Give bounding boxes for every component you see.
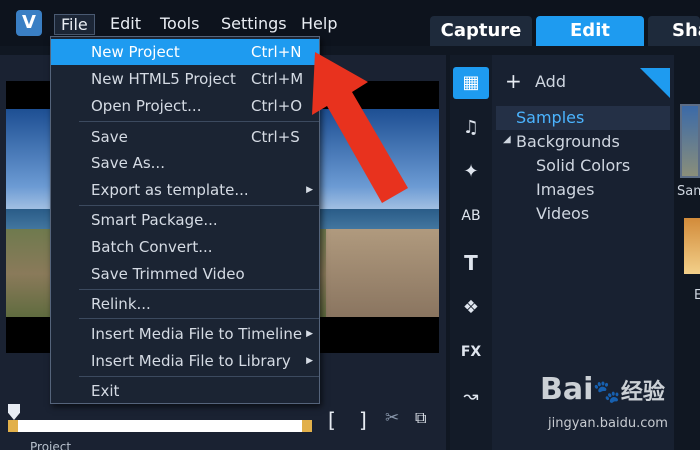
- tab-edit[interactable]: Edit: [536, 16, 644, 46]
- fx-icon[interactable]: FX: [453, 336, 489, 368]
- menu-item-new-html5-project[interactable]: New HTML5 Project Ctrl+M: [51, 66, 319, 92]
- text-icon[interactable]: T: [453, 247, 489, 279]
- copy-icon[interactable]: ⧉: [415, 408, 426, 428]
- menu-file[interactable]: File: [54, 14, 95, 35]
- menu-item-batch-convert[interactable]: Batch Convert...: [51, 234, 319, 260]
- menu-tools[interactable]: Tools: [160, 14, 199, 33]
- audio-icon[interactable]: ♫: [453, 112, 489, 144]
- menu-item-insert-timeline[interactable]: Insert Media File to Timeline ▶: [51, 321, 319, 347]
- watermark-url: jingyan.baidu.com: [548, 416, 668, 431]
- title-ab-icon[interactable]: AB: [453, 200, 489, 232]
- menu-item-open-project[interactable]: Open Project... Ctrl+O: [51, 93, 319, 119]
- menu-separator: [79, 318, 319, 319]
- submenu-arrow-icon: ▶: [306, 329, 313, 339]
- mark-out-button[interactable]: ]: [359, 408, 367, 432]
- menu-settings[interactable]: Settings: [221, 14, 287, 33]
- menu-item-exit[interactable]: Exit: [51, 378, 319, 404]
- tab-share[interactable]: Sha: [648, 16, 700, 46]
- menu-separator: [79, 121, 319, 122]
- menu-item-new-project[interactable]: New Project Ctrl+N: [51, 39, 319, 65]
- menu-item-smart-package[interactable]: Smart Package...: [51, 207, 319, 233]
- app-logo: V: [16, 10, 42, 36]
- expand-triangle-icon[interactable]: ◢: [503, 134, 511, 145]
- menu-item-save-as[interactable]: Save As...: [51, 150, 319, 176]
- menu-separator: [79, 376, 319, 377]
- transition-icon[interactable]: ✦: [453, 156, 489, 188]
- menu-item-insert-library[interactable]: Insert Media File to Library ▶: [51, 348, 319, 374]
- thumbnail-label-2: E: [694, 288, 700, 303]
- add-button[interactable]: Add: [535, 72, 566, 91]
- thumbnail-samples[interactable]: [680, 104, 700, 178]
- add-icon[interactable]: +: [505, 69, 522, 93]
- menu-separator: [79, 205, 319, 206]
- library-item-samples-label: Samples: [516, 108, 585, 127]
- file-menu: New Project Ctrl+N New HTML5 Project Ctrl+…: [50, 36, 320, 404]
- menu-separator: [79, 289, 319, 290]
- tab-capture[interactable]: Capture: [430, 16, 532, 46]
- submenu-arrow-icon: ▶: [306, 185, 313, 195]
- thumbnail-background[interactable]: [684, 218, 700, 274]
- watermark-brand: Bai🐾经验: [540, 372, 665, 407]
- library-item-images[interactable]: Images: [536, 180, 594, 199]
- scissors-icon[interactable]: ✂: [385, 408, 399, 428]
- menu-edit[interactable]: Edit: [110, 14, 141, 33]
- mark-in-button[interactable]: [: [328, 408, 336, 432]
- project-label: Project: [30, 440, 72, 450]
- menu-item-save[interactable]: Save Ctrl+S: [51, 124, 319, 150]
- library-item-videos[interactable]: Videos: [536, 204, 589, 223]
- trim-bar[interactable]: [8, 420, 312, 432]
- submenu-arrow-icon: ▶: [306, 356, 313, 366]
- library-item-backgrounds[interactable]: Backgrounds: [516, 132, 620, 151]
- menu-item-export-template[interactable]: Export as template... ▶: [51, 177, 319, 203]
- menu-help[interactable]: Help: [301, 14, 337, 33]
- path-icon[interactable]: ↝: [453, 381, 489, 413]
- library-item-solid-colors[interactable]: Solid Colors: [536, 156, 630, 175]
- graphics-icon[interactable]: ❖: [453, 292, 489, 324]
- thumbnail-label: Sam: [677, 184, 700, 199]
- menu-item-relink[interactable]: Relink...: [51, 291, 319, 317]
- menu-item-save-trimmed-video[interactable]: Save Trimmed Video: [51, 261, 319, 287]
- media-icon[interactable]: ▦: [453, 67, 489, 99]
